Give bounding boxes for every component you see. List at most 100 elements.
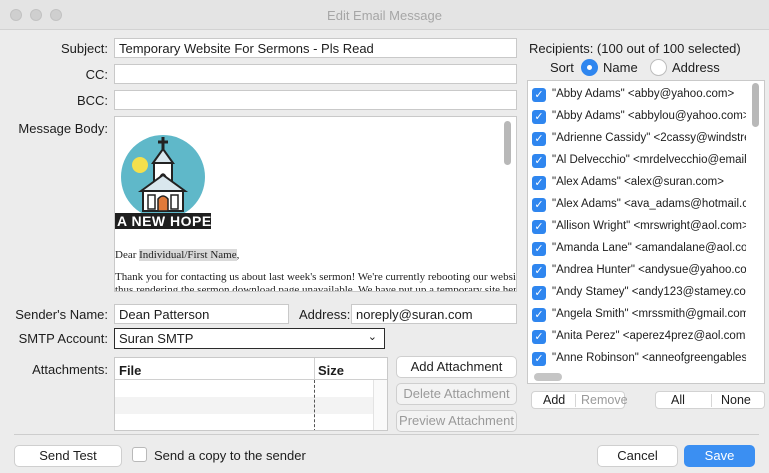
sort-label: Sort (550, 60, 574, 75)
bcc-field[interactable] (114, 90, 517, 110)
sort-address-radio[interactable] (650, 59, 667, 76)
send-copy-label[interactable]: Send a copy to the sender (154, 448, 306, 463)
recipient-label: "Adrienne Cassidy" <2cassy@windstrea (552, 132, 746, 144)
recipient-label: "Al Delvecchio" <mrdelvecchio@email.c (552, 154, 746, 166)
send-test-button[interactable]: Send Test (14, 445, 122, 467)
bcc-label: BCC: (76, 93, 108, 108)
recipients-horizontal-scrollbar[interactable] (534, 373, 562, 381)
column-file[interactable]: File (119, 363, 141, 378)
recipients-vertical-scrollbar[interactable] (752, 83, 759, 127)
recipient-item[interactable]: ✓ "Andrea Hunter" <andysue@yahoo.com> (528, 260, 746, 282)
recipient-item[interactable]: ✓ "Anne Robinson" <anneofgreengables@ (528, 348, 746, 370)
sender-name-field[interactable]: Dean Patterson (114, 304, 289, 324)
column-size[interactable]: Size (318, 363, 344, 378)
all-none-control: All None (655, 391, 765, 409)
recipient-item[interactable]: ✓ "Al Delvecchio" <mrdelvecchio@email.c (528, 150, 746, 172)
address-field[interactable]: noreply@suran.com (351, 304, 517, 324)
recipient-checkbox[interactable]: ✓ (532, 88, 546, 102)
select-none-button[interactable]: None (721, 393, 751, 407)
recipients-header: Recipients: (100 out of 100 selected) (529, 41, 741, 56)
delete-attachment-button[interactable]: Delete Attachment (396, 383, 517, 405)
subject-field[interactable]: Temporary Website For Sermons - Pls Read (114, 38, 517, 58)
segment-separator (575, 394, 576, 407)
greeting-prefix: Dear (115, 249, 140, 261)
recipient-item[interactable]: ✓ "Adrienne Cassidy" <2cassy@windstrea (528, 128, 746, 150)
message-body-editor[interactable]: A NEW HOPE Dear Individual/First Name, T… (114, 116, 517, 292)
attachments-table[interactable]: File Size (114, 357, 388, 431)
cc-field[interactable] (114, 64, 517, 84)
recipient-item[interactable]: ✓ "Abby Adams" <abbylou@yahoo.com> (528, 106, 746, 128)
recipient-checkbox[interactable]: ✓ (532, 330, 546, 344)
recipient-checkbox[interactable]: ✓ (532, 198, 546, 212)
recipient-label: "Anita Perez" <aperez4prez@aol.com> (552, 330, 746, 342)
recipient-label: "Angela Smith" <mrssmith@gmail.com> (552, 308, 746, 320)
attachments-label: Attachments: (32, 362, 108, 377)
recipient-label: "Andy Stamey" <andy123@stamey.com> (552, 286, 746, 298)
add-recipient-button[interactable]: Add (543, 393, 565, 407)
smtp-account-label: SMTP Account: (18, 331, 108, 346)
header-divider (314, 358, 315, 380)
send-copy-checkbox[interactable] (132, 447, 147, 462)
attachments-scrollbar[interactable] (373, 380, 387, 430)
sort-name-radio[interactable] (581, 59, 598, 76)
body-scrollbar[interactable] (504, 121, 511, 165)
merge-field: Individual/First Name (139, 249, 237, 261)
recipient-label: "Anne Robinson" <anneofgreengables@ (552, 352, 746, 364)
recipient-label: "Alex Adams" <ava_adams@hotmail.com (552, 198, 746, 210)
add-remove-control: Add Remove (531, 391, 628, 409)
recipient-item[interactable]: ✓ "Abby Adams" <abby@yahoo.com> (528, 84, 746, 106)
recipient-checkbox[interactable]: ✓ (532, 286, 546, 300)
address-label: Address: (299, 307, 351, 322)
recipient-checkbox[interactable]: ✓ (532, 220, 546, 234)
sender-name-label: Sender's Name: (15, 307, 108, 322)
recipient-label: "Abby Adams" <abby@yahoo.com> (552, 88, 735, 100)
smtp-account-value: Suran SMTP (119, 331, 194, 346)
recipient-item[interactable]: ✓ "Andy Stamey" <andy123@stamey.com> (528, 282, 746, 304)
cancel-button[interactable]: Cancel (597, 445, 678, 467)
recipient-checkbox[interactable]: ✓ (532, 264, 546, 278)
title-bar: Edit Email Message (0, 0, 769, 30)
select-all-button[interactable]: All (671, 393, 685, 407)
preview-attachment-button[interactable]: Preview Attachment (396, 410, 517, 432)
recipient-checkbox[interactable]: ✓ (532, 308, 546, 322)
recipient-label: "Allison Wright" <mrswright@aol.com> (552, 220, 746, 232)
attachments-table-header: File Size (115, 358, 387, 380)
segment-separator (711, 394, 712, 407)
recipients-list[interactable]: ✓ "Abby Adams" <abby@yahoo.com> ✓ "Abby Ada… (527, 80, 765, 384)
recipient-item[interactable]: ✓ "Alex Adams" <ava_adams@hotmail.com (528, 194, 746, 216)
recipient-label: "Amanda Lane" <amandalane@aol.com> (552, 242, 746, 254)
recipient-checkbox[interactable]: ✓ (532, 352, 546, 366)
recipient-item[interactable]: ✓ "Alex Adams" <alex@suran.com> (528, 172, 746, 194)
recipient-item[interactable]: ✓ "Anita Perez" <aperez4prez@aol.com> (528, 326, 746, 348)
footer-divider (14, 434, 759, 435)
logo-text: A NEW HOPE (117, 213, 212, 229)
subject-label: Subject: (61, 41, 108, 56)
chevron-down-icon: ⌄ (367, 331, 377, 343)
recipient-item[interactable]: ✓ "Amanda Lane" <amandalane@aol.com> (528, 238, 746, 260)
column-divider (314, 380, 315, 430)
body-line-1: Thank you for contacting us about last w… (115, 271, 517, 283)
remove-recipient-button[interactable]: Remove (581, 393, 628, 407)
greeting-suffix: , (236, 249, 240, 261)
recipient-item[interactable]: ✓ "Allison Wright" <mrswright@aol.com> (528, 216, 746, 238)
recipient-label: "Andrea Hunter" <andysue@yahoo.com> (552, 264, 746, 276)
smtp-account-select[interactable]: Suran SMTP ⌄ (114, 328, 385, 349)
table-row-stripe (115, 397, 387, 414)
add-attachment-button[interactable]: Add Attachment (396, 356, 517, 378)
recipient-checkbox[interactable]: ✓ (532, 176, 546, 190)
recipient-checkbox[interactable]: ✓ (532, 110, 546, 124)
body-line-2: thus rendering the sermon download page … (115, 284, 517, 292)
recipient-label: "Abby Adams" <abbylou@yahoo.com> (552, 110, 746, 122)
recipient-checkbox[interactable]: ✓ (532, 154, 546, 168)
recipient-item[interactable]: ✓ "Angela Smith" <mrssmith@gmail.com> (528, 304, 746, 326)
save-button[interactable]: Save (684, 445, 755, 467)
sort-name-label[interactable]: Name (603, 60, 638, 75)
recipient-checkbox[interactable]: ✓ (532, 132, 546, 146)
recipient-checkbox[interactable]: ✓ (532, 242, 546, 256)
sort-address-label[interactable]: Address (672, 60, 720, 75)
recipient-label: "Alex Adams" <alex@suran.com> (552, 176, 724, 188)
window-title: Edit Email Message (327, 8, 442, 23)
greeting-line: Dear Individual/First Name, (115, 249, 239, 261)
cc-label: CC: (85, 67, 108, 82)
message-body-label: Message Body: (18, 121, 108, 136)
